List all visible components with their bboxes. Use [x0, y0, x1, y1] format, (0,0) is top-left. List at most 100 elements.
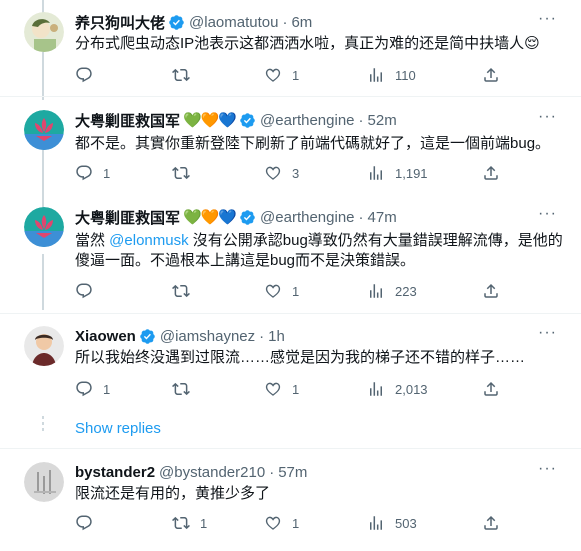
- tweet-header: 养只狗叫大佬 @laomatutou · 6m: [75, 12, 312, 32]
- retweet-button[interactable]: [172, 66, 200, 84]
- reply-icon: [75, 66, 93, 84]
- heart-icon: [264, 66, 282, 84]
- verified-badge-icon: [239, 112, 256, 129]
- tweet-header: bystander2 @bystander210 · 57m: [75, 462, 307, 482]
- avatar[interactable]: [24, 12, 64, 52]
- retweet-button[interactable]: [172, 282, 200, 300]
- more-options-icon[interactable]: ···: [538, 10, 557, 28]
- tweet-text: 分布式爬虫动态IP池表示这都洒洒水啦，真正为难的还是简中扶墙人😌: [75, 35, 540, 52]
- retweet-button[interactable]: [172, 164, 200, 182]
- handle[interactable]: @iamshaynez: [160, 328, 255, 345]
- handle[interactable]: @laomatutou: [189, 14, 278, 31]
- like-button[interactable]: 3: [264, 164, 299, 182]
- heart-icon: [264, 380, 282, 398]
- retweet-button[interactable]: 1: [172, 514, 207, 532]
- avatar[interactable]: [24, 326, 64, 366]
- timestamp[interactable]: 6m: [291, 14, 312, 31]
- share-button[interactable]: [482, 514, 510, 532]
- reply-button[interactable]: [75, 282, 103, 300]
- thread-line: [42, 52, 44, 100]
- share-icon: [482, 282, 500, 300]
- name-emoji: 💚🧡💙: [183, 209, 237, 226]
- view-count: 2,013: [395, 381, 428, 397]
- reply-count: 1: [103, 165, 111, 181]
- avatar[interactable]: [24, 110, 64, 150]
- display-name[interactable]: Xiaowen: [75, 328, 136, 345]
- share-button[interactable]: [482, 380, 510, 398]
- avatar[interactable]: [24, 462, 64, 502]
- more-options-icon[interactable]: ···: [538, 205, 557, 223]
- name-emoji: 💚🧡💙: [183, 112, 237, 129]
- tweet-text: 都不是。其實你重新登陸下刷新了前端代碼就好了，這是一個前端bug。: [75, 135, 551, 152]
- more-options-icon[interactable]: ···: [538, 108, 557, 126]
- like-button[interactable]: 1: [264, 66, 299, 84]
- more-options-icon[interactable]: ···: [538, 324, 557, 342]
- like-button[interactable]: 1: [264, 514, 299, 532]
- text-prefix: 當然: [75, 232, 110, 249]
- tweet-text: 限流还是有用的，黄推少多了: [75, 485, 271, 502]
- views-button[interactable]: 110: [367, 66, 416, 84]
- tweet-header: 大粤剿匪救国军 💚🧡💙 @earthengine · 52m: [75, 110, 397, 130]
- display-name[interactable]: bystander2: [75, 464, 155, 481]
- like-button[interactable]: 1: [264, 380, 299, 398]
- views-button[interactable]: 2,013: [367, 380, 428, 398]
- views-button[interactable]: 1,191: [367, 164, 428, 182]
- share-button[interactable]: [482, 66, 510, 84]
- mention-link[interactable]: @elonmusk: [109, 232, 188, 249]
- handle[interactable]: @earthengine: [260, 209, 354, 226]
- reply-button[interactable]: [75, 66, 103, 84]
- share-button[interactable]: [482, 164, 510, 182]
- verified-badge-icon: [239, 209, 256, 226]
- show-replies-link[interactable]: Show replies: [75, 420, 161, 437]
- avatar[interactable]: [24, 207, 64, 247]
- reply-icon: [75, 380, 93, 398]
- views-button[interactable]: 503: [367, 514, 417, 532]
- share-icon: [482, 380, 500, 398]
- view-count: 223: [395, 283, 417, 299]
- like-count: 1: [292, 67, 300, 83]
- reply-icon: [75, 282, 93, 300]
- handle[interactable]: @bystander210: [159, 464, 265, 481]
- heart-icon: [264, 514, 282, 532]
- divider: [0, 448, 581, 449]
- handle[interactable]: @earthengine: [260, 112, 354, 129]
- reply-count: 1: [103, 381, 111, 397]
- timestamp[interactable]: 57m: [278, 464, 307, 481]
- reply-button[interactable]: 1: [75, 380, 110, 398]
- view-count: 503: [395, 515, 417, 531]
- separator: ·: [358, 111, 364, 129]
- tweet-text: 當然 @elonmusk 沒有公開承認bug導致仍然有大量錯誤理解流傳，是他的傻…: [75, 231, 565, 271]
- like-count: 1: [292, 283, 300, 299]
- reply-button[interactable]: 1: [75, 164, 110, 182]
- timestamp[interactable]: 52m: [368, 112, 397, 129]
- reply-button[interactable]: [75, 514, 103, 532]
- retweet-button[interactable]: [172, 380, 200, 398]
- timestamp[interactable]: 47m: [368, 209, 397, 226]
- tweet-header: Xiaowen @iamshaynez · 1h: [75, 326, 285, 346]
- action-bar: 1 3 1,191: [75, 164, 570, 184]
- reply-icon: [75, 164, 93, 182]
- heart-icon: [264, 282, 282, 300]
- display-name[interactable]: 大粤剿匪救国军: [75, 207, 180, 228]
- analytics-icon: [367, 282, 385, 300]
- heart-icon: [264, 164, 282, 182]
- timestamp[interactable]: 1h: [268, 328, 285, 345]
- divider: [0, 96, 581, 97]
- more-options-icon[interactable]: ···: [538, 460, 557, 478]
- tweet-header: 大粤剿匪救国军 💚🧡💙 @earthengine · 47m: [75, 207, 397, 227]
- view-count: 1,191: [395, 165, 428, 181]
- separator: ·: [282, 13, 288, 31]
- action-bar: 1 1 2,013: [75, 380, 570, 400]
- verified-badge-icon: [139, 328, 156, 345]
- reply-icon: [75, 514, 93, 532]
- action-bar: 1 110: [75, 66, 570, 86]
- views-button[interactable]: 223: [367, 282, 417, 300]
- separator: ·: [358, 208, 364, 226]
- display-name[interactable]: 养只狗叫大佬: [75, 12, 165, 33]
- analytics-icon: [367, 380, 385, 398]
- display-name[interactable]: 大粤剿匪救国军: [75, 110, 180, 131]
- like-button[interactable]: 1: [264, 282, 299, 300]
- share-button[interactable]: [482, 282, 510, 300]
- thread-line: [42, 254, 44, 310]
- analytics-icon: [367, 514, 385, 532]
